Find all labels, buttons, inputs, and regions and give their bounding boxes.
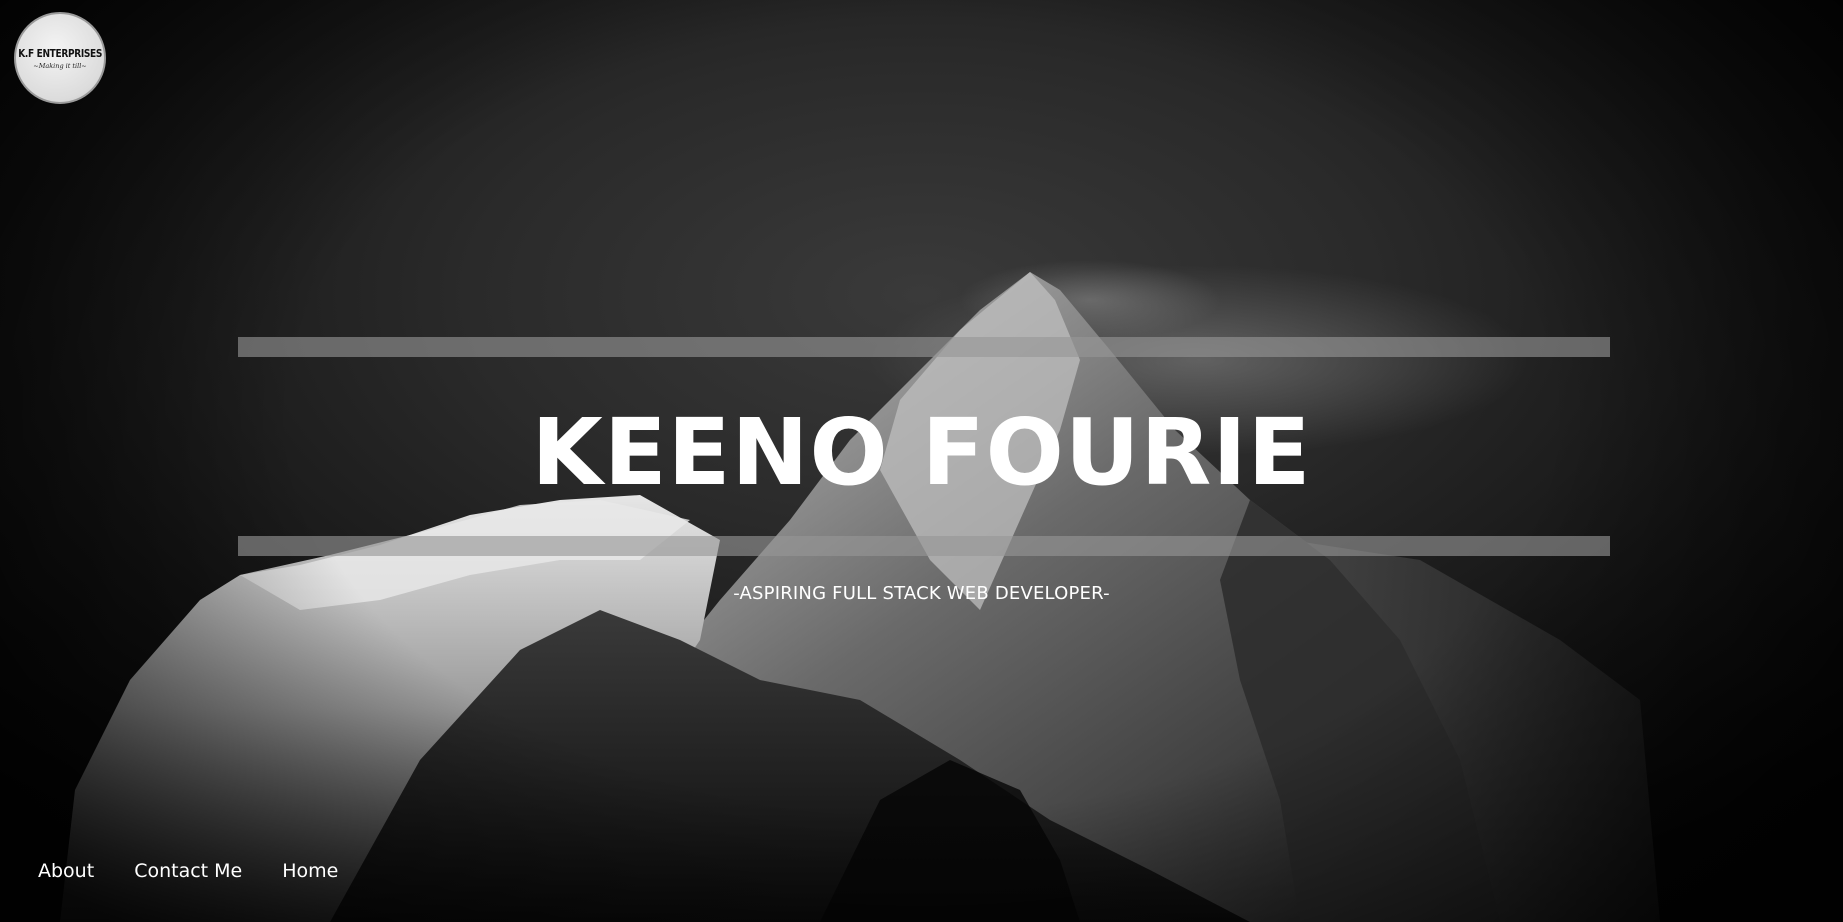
nav-link-contact-me[interactable]: Contact Me (134, 860, 242, 882)
hero-title: KEENO FOURIE (531, 399, 1312, 506)
decorative-bar-top (238, 337, 1610, 357)
kf-enterprises-logo[interactable]: K.F ENTERPRISES ~Making it till~ (14, 12, 106, 104)
logo-tagline: ~Making it till~ (33, 61, 87, 70)
logo-title: K.F ENTERPRISES (18, 46, 102, 60)
nav-link-home[interactable]: Home (282, 860, 338, 882)
hero-subtitle: -ASPIRING FULL STACK WEB DEVELOPER- (733, 583, 1110, 604)
hero-page: K.F ENTERPRISES ~Making it till~ KEENO F… (0, 0, 1843, 922)
decorative-bar-bottom (238, 536, 1610, 556)
nav-link-about[interactable]: About (38, 860, 94, 882)
footer-nav: About Contact Me Home (38, 860, 338, 882)
